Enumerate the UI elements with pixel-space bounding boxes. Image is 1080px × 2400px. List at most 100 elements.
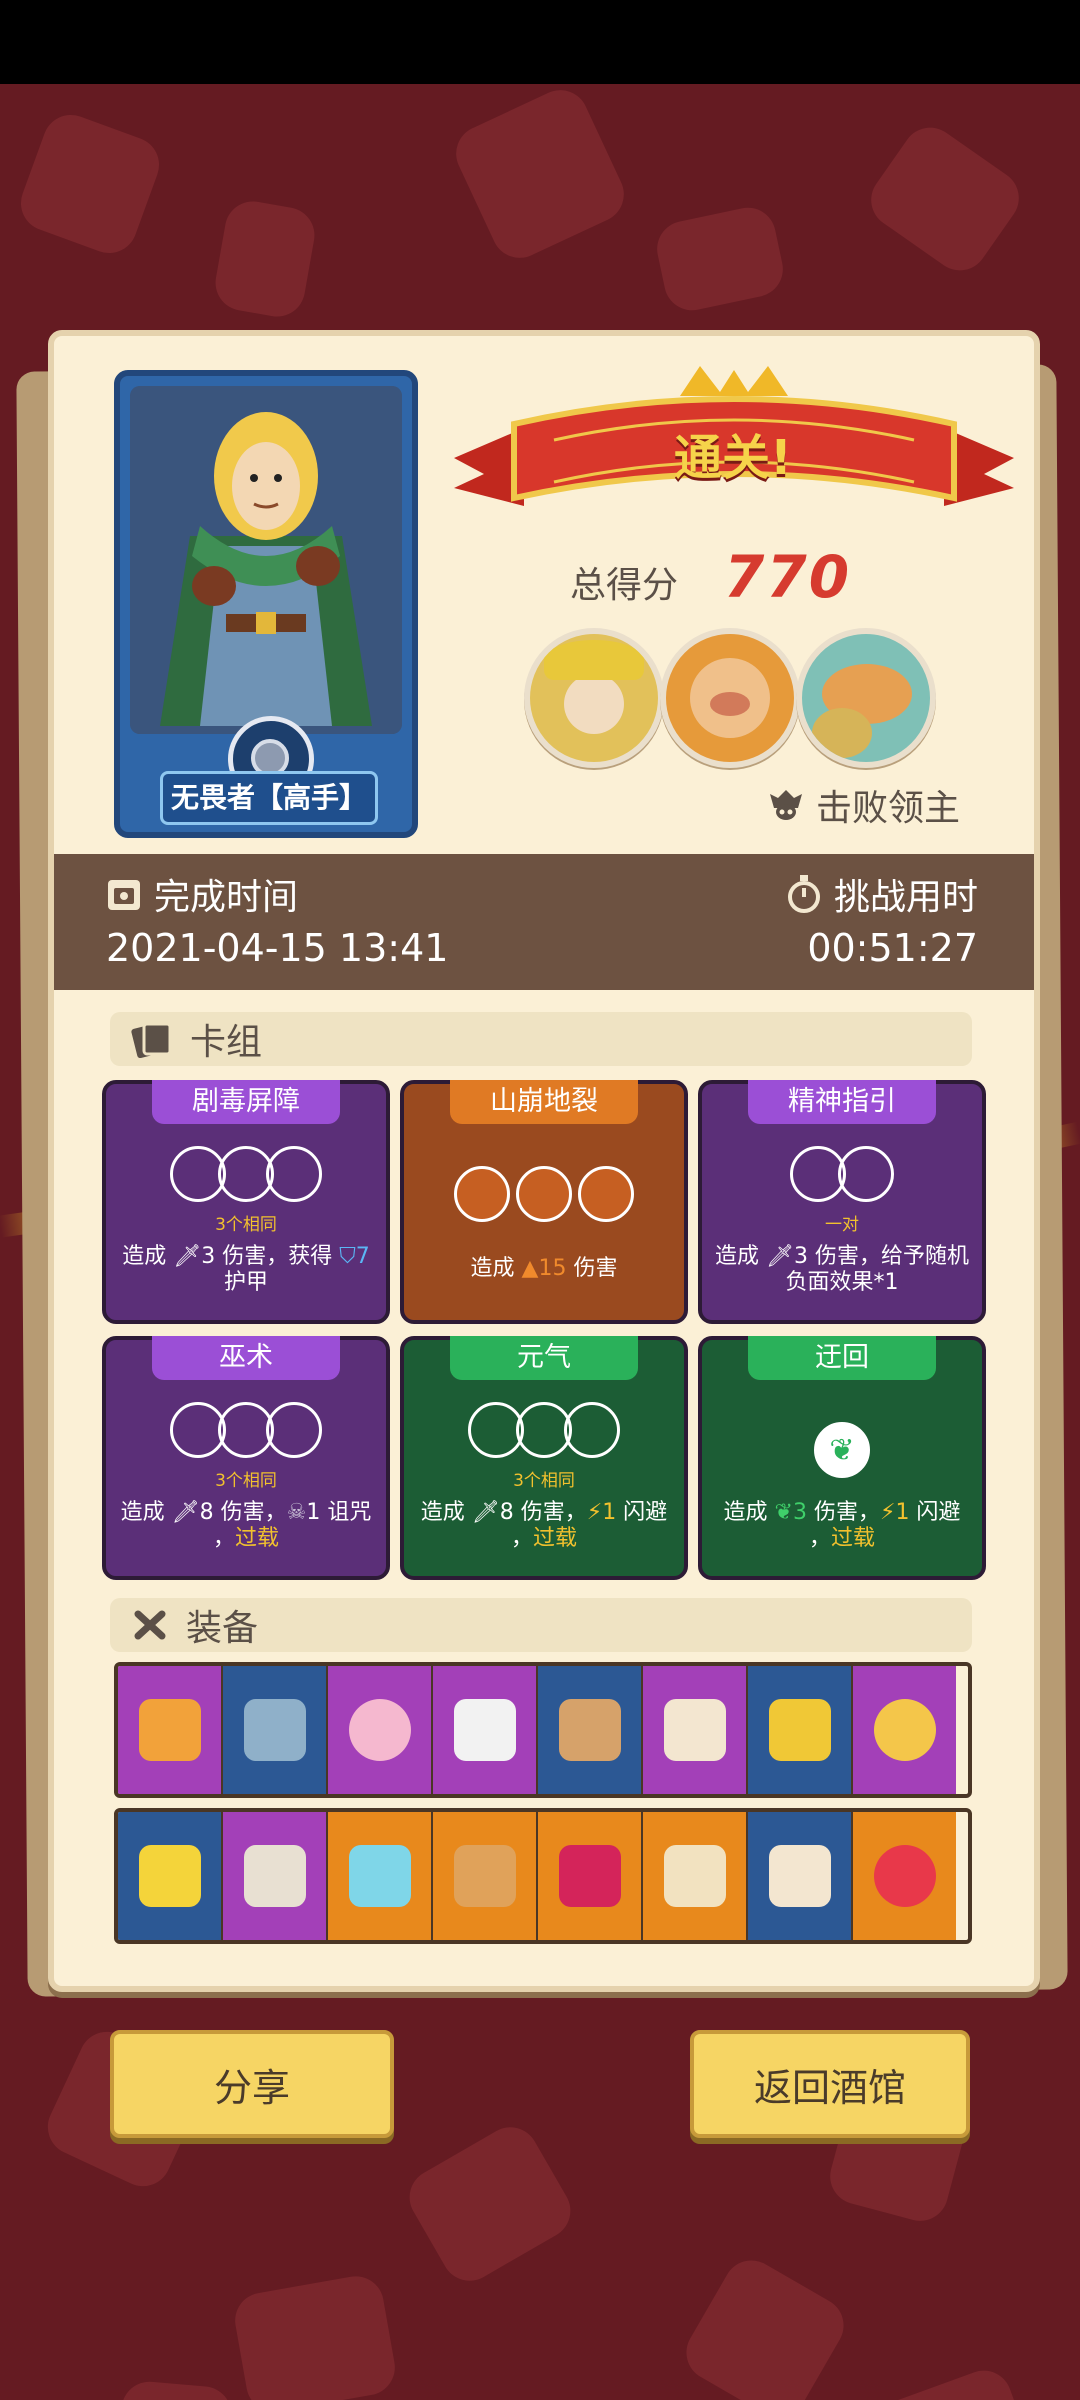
card-description: 造成 ▲15 伤害 (470, 1256, 618, 1281)
deck-card[interactable]: 精神指引 一对 造成 🗡3 伤害，给予随机负面效果*1 (698, 1080, 986, 1324)
character-title: 无畏者【高手】 (160, 771, 378, 825)
equipment-slot[interactable] (433, 1666, 538, 1794)
leaf-icon: ❦ (829, 1432, 855, 1468)
gold-bar-icon (138, 1845, 201, 1907)
sword-icon: 🗡 (766, 1244, 794, 1269)
dice-slots (106, 1146, 386, 1206)
defeated-bosses-row: 击败领主 (766, 780, 960, 830)
lightning-icon: ⚡ (879, 1500, 896, 1525)
equipment-slot[interactable] (118, 1666, 223, 1794)
calendar-icon (108, 880, 140, 910)
equipment-slot[interactable] (643, 1666, 748, 1794)
boss-portrait (660, 628, 800, 768)
complete-time-label-text: 完成时间 (154, 877, 299, 918)
horn-icon (558, 1699, 621, 1761)
card-name: 迂回 (748, 1336, 936, 1380)
deck-card[interactable]: 剧毒屏障 3个相同 造成 🗡3 伤害，获得 ⛉7 护甲 (102, 1080, 390, 1324)
card-description: 造成 🗡3 伤害，给予随机负面效果*1 (715, 1244, 969, 1295)
fire-shield-icon (138, 1699, 201, 1761)
card-name: 精神指引 (748, 1080, 936, 1124)
equipment-slot[interactable] (433, 1812, 538, 1940)
deck-card[interactable]: 迂回 ❦ 造成 ❦3 伤害，⚡1 闪避 ，过载 (698, 1336, 986, 1580)
card-name: 山崩地裂 (450, 1080, 638, 1124)
stopwatch-icon (787, 875, 820, 913)
equipment-slot[interactable] (538, 1812, 643, 1940)
skull-icon (770, 790, 802, 820)
share-button[interactable]: 分享 (110, 2030, 394, 2138)
defeated-bosses-label: 击败领主 (816, 788, 961, 829)
dagger-icon (243, 1845, 306, 1907)
equipment-slot[interactable] (853, 1812, 956, 1940)
equipment-slot[interactable] (328, 1666, 433, 1794)
total-score-label: 总得分 (570, 565, 679, 606)
equipment-slot[interactable] (223, 1666, 328, 1794)
back-to-tavern-button[interactable]: 返回酒馆 (690, 2030, 970, 2138)
clear-banner-text: 通关! (674, 430, 792, 486)
equipment-row (114, 1662, 972, 1798)
skull-curse-icon: ☠ (286, 1500, 307, 1525)
card-condition: 3个相同 (513, 1471, 575, 1491)
deck-card[interactable]: 巫术 3个相同 造成 🗡8 伤害，☠1 诅咒 ，过载 (102, 1336, 390, 1580)
deck-card[interactable]: 山崩地裂 造成 ▲15 伤害 (400, 1080, 688, 1324)
equipment-slot[interactable] (748, 1666, 853, 1794)
duration-value: 00:51:27 (807, 926, 978, 970)
equipment-slot[interactable] (118, 1812, 223, 1940)
equipment-slot[interactable] (853, 1666, 956, 1794)
complete-time-value: 2021-04-15 13:41 (106, 926, 449, 970)
armor-icon (243, 1699, 306, 1761)
map-icon (663, 1845, 726, 1907)
equipment-slot[interactable] (643, 1812, 748, 1940)
crystal-icon (348, 1699, 411, 1761)
card-description: 造成 🗡3 伤害，获得 ⛉7 护甲 (122, 1244, 370, 1295)
bone-icon (134, 1610, 166, 1640)
equipment-row (114, 1808, 972, 1944)
equipment-section-header: 装备 (110, 1598, 972, 1652)
glove-icon (453, 1845, 516, 1907)
character-card: 无畏者【高手】 (114, 370, 418, 838)
leaf-slot: ❦ (702, 1422, 982, 1482)
deck-card[interactable]: 元气 3个相同 造成 🗡8 伤害，⚡1 闪避 ，过载 (400, 1336, 688, 1580)
equipment-slot[interactable] (328, 1812, 433, 1940)
spirit-icon (873, 1845, 936, 1907)
duration-label: 挑战用时 (786, 868, 978, 920)
boss-portrait (796, 628, 936, 768)
card-description: 造成 ❦3 伤害，⚡1 闪避 ，过载 (723, 1500, 961, 1551)
duration-label-text: 挑战用时 (833, 877, 978, 918)
deck-title: 卡组 (190, 1022, 263, 1063)
sword-icon: 🗡 (471, 1500, 500, 1525)
card-description: 造成 🗡8 伤害，⚡1 闪避 ，过载 (420, 1500, 668, 1551)
mountain-icon: ▲ (521, 1256, 539, 1281)
complete-time-label: 完成时间 (106, 868, 298, 920)
shield-icon: ⛉ (339, 1244, 356, 1269)
card-name: 巫术 (152, 1336, 340, 1380)
equipment-slot[interactable] (223, 1812, 328, 1940)
leaf-icon: ❦ (774, 1500, 793, 1525)
tree-icon (768, 1699, 831, 1761)
gem-icon (348, 1845, 411, 1907)
card-name: 剧毒屏障 (152, 1080, 340, 1124)
ring-icon (873, 1699, 936, 1761)
result-panel: 无畏者【高手】 通关! 总得分 770 击败领主 完成时间 2021-04-15… (48, 330, 1040, 1992)
status-bar (0, 0, 1080, 84)
total-score-value: 770 (724, 543, 852, 611)
mountain-slots (404, 1166, 684, 1226)
card-condition: 3个相同 (215, 1471, 277, 1491)
deck-section-header: 卡组 (110, 1012, 972, 1066)
card-name: 元气 (450, 1336, 638, 1380)
time-info-band: 完成时间 2021-04-15 13:41 挑战用时 00:51:27 (54, 854, 1034, 990)
character-portrait (130, 386, 402, 734)
cards-icon (131, 1022, 172, 1058)
rune-icon (453, 1699, 516, 1761)
mask-icon (558, 1845, 621, 1907)
sword-icon: 🗡 (173, 1244, 202, 1269)
boss-portrait (524, 628, 664, 768)
card-condition: 3个相同 (215, 1215, 277, 1235)
card-description: 造成 🗡8 伤害，☠1 诅咒 ，过载 (120, 1500, 372, 1551)
lightning-icon: ⚡ (586, 1500, 603, 1525)
sword-icon: 🗡 (171, 1500, 200, 1525)
equipment-slot[interactable] (748, 1812, 853, 1940)
equipment-slot[interactable] (538, 1666, 643, 1794)
fire-scroll-icon (768, 1845, 831, 1907)
equipment-title: 装备 (186, 1608, 259, 1649)
dice-slots (702, 1146, 982, 1206)
